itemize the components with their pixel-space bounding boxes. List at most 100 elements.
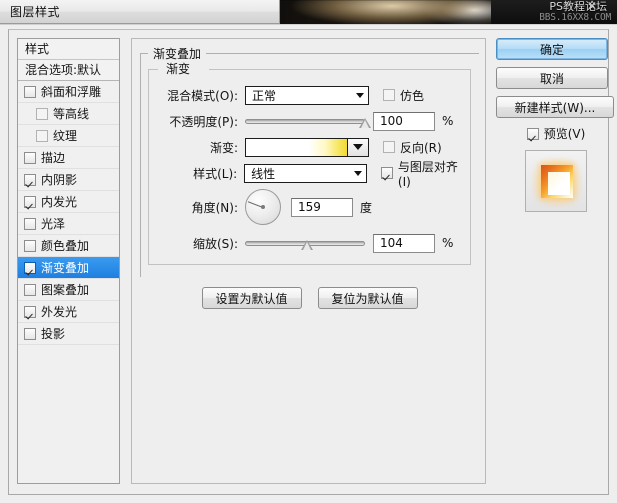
style-list-item-label: 渐变叠加	[41, 261, 90, 275]
style-list-item[interactable]: 纹理	[18, 125, 119, 147]
style-list-item[interactable]: 内阴影	[18, 169, 119, 191]
checkbox-icon[interactable]	[24, 85, 36, 98]
styles-list: 斜面和浮雕等高线纹理描边 内阴影 内发光光泽颜色叠加渐变叠加图案叠加外发光投影	[18, 81, 119, 345]
scale-unit: %	[442, 236, 454, 250]
checkbox-icon[interactable]	[24, 173, 36, 186]
reset-default-button[interactable]: 复位为默认值	[317, 287, 418, 309]
checkbox-icon[interactable]	[36, 129, 48, 142]
style-preview-thumbnail	[525, 150, 587, 212]
gradient-style-select[interactable]: 线性	[244, 163, 368, 183]
preview-gradient-square	[541, 165, 573, 198]
angle-input[interactable]: 159	[291, 197, 353, 217]
checkbox-icon[interactable]	[24, 195, 36, 208]
angle-value: 159	[298, 200, 321, 214]
align-with-layer-label: 与图层对齐(I)	[397, 159, 458, 189]
row-gradient: 渐变: 反向(R)	[149, 135, 470, 159]
scale-input[interactable]: 104	[373, 233, 435, 253]
default-buttons-row: 设置为默认值 复位为默认值	[140, 287, 479, 309]
style-list-item-label: 投影	[41, 327, 66, 341]
window-titlebar[interactable]: 图层样式	[0, 0, 280, 24]
background-dark-panel	[491, 0, 617, 26]
gradient-swatch[interactable]	[246, 138, 347, 156]
style-list-item[interactable]: 光泽	[18, 213, 119, 235]
chevron-down-icon	[354, 171, 363, 176]
effect-settings-panel: 渐变叠加 渐变 混合模式(O): 正常 仿色 不透明度(P): 100 % 渐变…	[131, 38, 486, 484]
checkbox-icon	[383, 141, 395, 153]
style-list-item[interactable]: 斜面和浮雕	[18, 81, 119, 103]
gradient-picker[interactable]	[245, 137, 369, 157]
chevron-down-icon	[353, 144, 363, 150]
dialog-actions: 确定 取消 新建样式(W)... 预览(V)	[496, 38, 616, 212]
subgroup-border-top-left	[148, 69, 158, 70]
preview-label: 预览(V)	[543, 127, 586, 141]
angle-label: 角度(N):	[191, 200, 238, 215]
checkbox-icon[interactable]	[24, 217, 36, 230]
checkbox-icon[interactable]	[24, 327, 36, 340]
style-list-item[interactable]: 外发光	[18, 301, 119, 323]
row-style: 样式(L): 线性 与图层对齐(I)	[149, 160, 470, 189]
style-list-item[interactable]: 图案叠加	[18, 279, 119, 301]
style-list-item-label: 图案叠加	[41, 283, 90, 297]
layer-style-dialog: 样式 混合选项:默认 斜面和浮雕等高线纹理描边 内阴影 内发光光泽颜色叠加渐变叠加图…	[0, 24, 617, 503]
opacity-unit: %	[442, 114, 454, 128]
style-list-item-label: 颜色叠加	[41, 239, 90, 253]
style-list-item-label: 光泽	[41, 217, 66, 231]
style-list-item-label: 外发光	[41, 305, 78, 319]
ok-button[interactable]: 确定	[496, 38, 608, 60]
gradient-overlay-group: 渐变叠加 渐变 混合模式(O): 正常 仿色 不透明度(P): 100 % 渐变…	[140, 45, 479, 277]
checkbox-icon[interactable]	[24, 151, 36, 164]
styles-panel-header: 样式	[18, 39, 119, 60]
style-list-item[interactable]: 内发光	[18, 191, 119, 213]
subgroup-title: 渐变	[161, 60, 196, 77]
checkbox-icon[interactable]	[24, 239, 36, 252]
gradient-subgroup: 渐变 混合模式(O): 正常 仿色 不透明度(P): 100 % 渐变: 反向(…	[148, 60, 471, 265]
scale-slider[interactable]	[245, 234, 365, 252]
angle-dial-center	[261, 205, 265, 209]
dither-label: 仿色	[400, 88, 425, 103]
checkbox-icon	[383, 89, 395, 101]
slider-thumb[interactable]	[301, 240, 314, 250]
style-list-item-label: 纹理	[53, 129, 78, 143]
scale-label: 缩放(S):	[192, 236, 238, 251]
preview-checkbox[interactable]: 预览(V)	[496, 125, 616, 142]
blending-options-row[interactable]: 混合选项:默认	[18, 60, 119, 81]
cancel-button[interactable]: 取消	[496, 67, 608, 89]
checkbox-icon	[526, 127, 539, 140]
style-list-item[interactable]: 描边	[18, 147, 119, 169]
dither-checkbox[interactable]: 仿色	[383, 87, 424, 104]
opacity-slider[interactable]	[245, 112, 371, 130]
angle-dial[interactable]	[245, 189, 281, 225]
new-style-button[interactable]: 新建样式(W)...	[496, 96, 614, 118]
style-list-item[interactable]: 渐变叠加	[18, 257, 119, 279]
row-angle: 角度(N): 159 度	[149, 187, 470, 227]
align-with-layer-checkbox[interactable]: 与图层对齐(I)	[380, 158, 470, 189]
group-border-left	[140, 53, 141, 277]
gradient-style-value: 线性	[251, 166, 276, 181]
checkbox-icon	[380, 167, 393, 179]
opacity-value: 100	[380, 114, 403, 128]
style-list-item[interactable]: 投影	[18, 323, 119, 345]
angle-unit: 度	[360, 200, 373, 215]
set-default-button[interactable]: 设置为默认值	[201, 287, 302, 309]
reverse-label: 反向(R)	[400, 140, 442, 155]
subgroup-border-top-right	[209, 69, 471, 70]
checkbox-icon[interactable]	[24, 305, 36, 318]
window-title: 图层样式	[10, 5, 61, 19]
gradient-preset-button[interactable]	[347, 138, 368, 156]
checkbox-icon[interactable]	[24, 283, 36, 296]
blend-mode-value: 正常	[252, 88, 277, 103]
opacity-input[interactable]: 100	[373, 111, 435, 131]
style-list-item[interactable]: 颜色叠加	[18, 235, 119, 257]
style-list-item-label: 斜面和浮雕	[41, 85, 102, 99]
row-blend-mode: 混合模式(O): 正常 仿色	[149, 83, 470, 107]
reverse-checkbox[interactable]: 反向(R)	[383, 139, 442, 156]
style-list-item[interactable]: 等高线	[18, 103, 119, 125]
checkbox-icon[interactable]	[36, 107, 48, 120]
dialog-inner-frame: 样式 混合选项:默认 斜面和浮雕等高线纹理描边 内阴影 内发光光泽颜色叠加渐变叠加图…	[8, 29, 614, 495]
slider-thumb[interactable]	[359, 118, 371, 128]
checkbox-icon[interactable]	[24, 261, 36, 274]
blend-mode-label: 混合模式(O):	[167, 88, 238, 103]
style-list-item-label: 等高线	[53, 107, 90, 121]
chevron-down-icon	[356, 93, 364, 98]
blend-mode-select[interactable]: 正常	[245, 85, 369, 105]
